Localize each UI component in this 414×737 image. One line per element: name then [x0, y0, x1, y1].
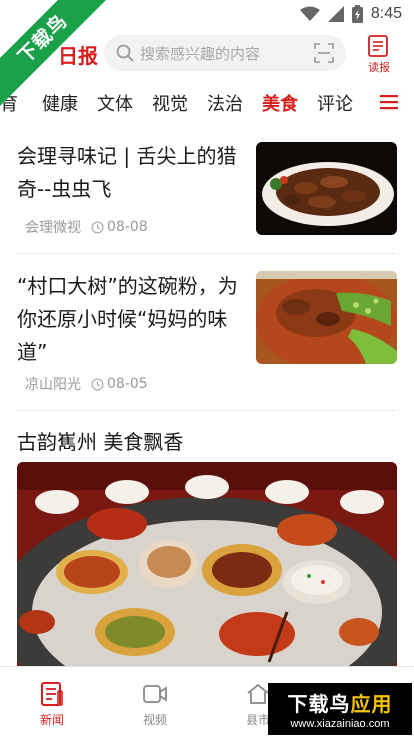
noodle-bowl-image: [256, 271, 397, 364]
divider: [17, 253, 397, 254]
watermark-corner-main: 下载鸟: [287, 692, 351, 716]
search-input[interactable]: 搜索感兴趣的内容: [140, 43, 314, 64]
battery-icon: [351, 5, 363, 23]
nav-video[interactable]: 视频: [125, 681, 185, 728]
watermark-corner-suffix: 应用: [350, 692, 393, 716]
tab-visual[interactable]: 视觉: [152, 90, 188, 116]
news-icon: [41, 682, 63, 706]
article-thumbnail[interactable]: [256, 142, 397, 235]
signal-icon: [327, 6, 344, 22]
article-meta: 会理微视 08-08: [25, 217, 148, 237]
article-date: 08-08: [107, 219, 148, 235]
watermark-corner-title: 下载鸟应用: [288, 688, 393, 717]
watermark-ribbon: 下载鸟: [0, 0, 110, 110]
newspaper-icon: [368, 35, 388, 57]
article-thumbnail[interactable]: [256, 271, 397, 364]
tab-comment[interactable]: 评论: [317, 90, 353, 116]
fried-insects-image: [256, 142, 397, 235]
search-icon: [116, 44, 134, 62]
clock-icon: [91, 378, 104, 390]
nav-news[interactable]: 新闻: [22, 681, 82, 728]
tab-food[interactable]: 美食: [262, 90, 298, 116]
read-paper-label: 读报: [368, 61, 390, 74]
scan-icon[interactable]: [314, 43, 334, 63]
article-meta: 凉山阳光 08-05: [25, 374, 148, 394]
feature-image[interactable]: [17, 462, 397, 672]
tab-law[interactable]: 法治: [207, 90, 243, 116]
article-date: 08-05: [107, 376, 148, 392]
divider: [17, 410, 397, 411]
article-title: “村口大树”的这碗粉，为你还原小时候“妈妈的味道”: [17, 274, 238, 364]
nav-video-label: 视频: [142, 713, 167, 727]
nav-news-label: 新闻: [39, 713, 64, 727]
status-icons: 8:45: [299, 5, 402, 23]
feature-title[interactable]: 古韵嶲州 美食飘香: [17, 426, 183, 455]
article-source: 凉山阳光: [25, 377, 81, 393]
nav-county-label: 县市: [245, 713, 270, 727]
article-source: 会理微视: [25, 220, 81, 236]
video-icon: [143, 685, 167, 703]
watermark-ribbon-text: 下载鸟: [0, 0, 110, 110]
banquet-table-image: [17, 462, 397, 672]
read-paper-button[interactable]: 读报: [364, 34, 394, 76]
watermark-corner-url: www.xiazainiao.com: [290, 718, 390, 730]
article-title: 会理寻味记 | 舌尖上的猎奇--虫虫飞: [17, 144, 237, 201]
watermark-corner: 下载鸟应用 www.xiazainiao.com: [268, 683, 412, 735]
clock-icon: [91, 221, 104, 233]
menu-icon[interactable]: [380, 94, 398, 110]
wifi-icon: [299, 6, 320, 21]
search-bar[interactable]: 搜索感兴趣的内容: [104, 35, 346, 71]
clock: 8:45: [370, 5, 402, 22]
